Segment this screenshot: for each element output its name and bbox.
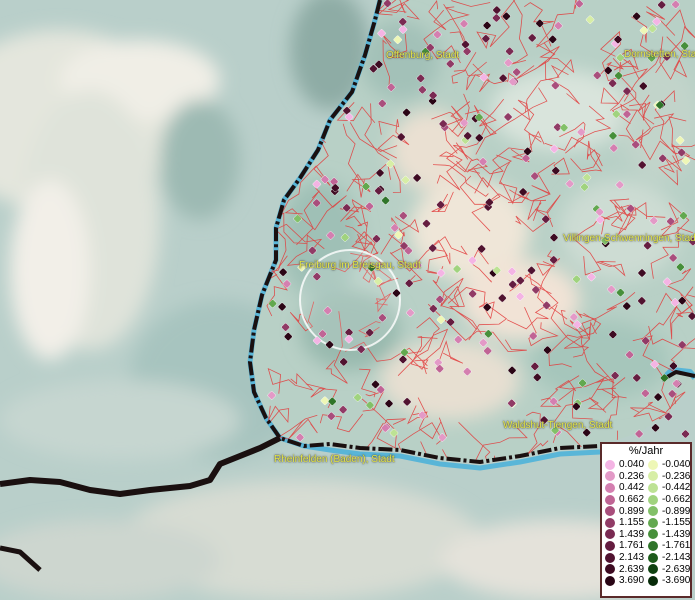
legend-label: -2.143 (662, 552, 691, 564)
legend-label: 0.899 (619, 505, 645, 517)
legend-swatch (648, 540, 658, 551)
legend-positive-row: 0.662 (602, 494, 645, 506)
legend-label: -0.899 (662, 505, 691, 517)
legend-label: 2.143 (619, 552, 645, 564)
legend-positive-row: 1.439 (602, 529, 645, 541)
city-label-rheinfelden: Rheinfelden (Baden), Stadt (274, 454, 395, 465)
legend-swatch (605, 459, 615, 470)
legend-swatch (648, 471, 658, 482)
city-label-villingen-schwenningen: Villingen-Schwenningen, Stadt (563, 233, 695, 244)
legend-swatch (648, 552, 658, 563)
legend-swatch (605, 575, 615, 586)
legend-negative-row: -1.439 (645, 529, 690, 541)
city-label-waldshut-tiengen: Waldshut-Tiengen, Stadt (503, 420, 613, 431)
map-canvas[interactable] (0, 0, 695, 600)
legend-negative-row: -0.236 (645, 471, 690, 483)
legend-label: 0.442 (619, 482, 645, 494)
legend-negative-row: -2.639 (645, 563, 690, 575)
legend-label: -1.439 (662, 528, 691, 540)
legend-swatch (605, 529, 615, 540)
legend-negative-row: -0.899 (645, 505, 690, 517)
legend-swatch (605, 506, 615, 517)
legend-swatch (605, 540, 615, 551)
legend-negative-row: -0.662 (645, 494, 690, 506)
legend-label: -3.690 (662, 575, 691, 587)
legend-swatch (605, 564, 615, 575)
legend-negative-column: -0.040 -0.236 -0.442 -0.662 -0.899 -1.155 -1.4… (645, 459, 690, 587)
legend-positive-row: 0.236 (602, 471, 645, 483)
legend-label: 2.639 (619, 563, 645, 575)
legend-negative-row: -1.155 (645, 517, 690, 529)
legend-swatch (648, 494, 658, 505)
legend-positive-row: 0.899 (602, 505, 645, 517)
legend-swatch (605, 517, 615, 528)
legend-positive-row: 0.442 (602, 482, 645, 494)
legend-label: -0.040 (662, 459, 691, 471)
legend-positive-row: 2.639 (602, 563, 645, 575)
legend-negative-row: -2.143 (645, 552, 690, 564)
legend-label: 0.040 (619, 459, 645, 471)
legend-swatch (648, 506, 658, 517)
legend-swatch (605, 552, 615, 563)
legend-label: -0.662 (662, 494, 691, 506)
legend-label: 1.439 (619, 528, 645, 540)
legend: %/Jahr 0.040 0.236 0.442 0.662 0.899 1.155 1.4… (600, 442, 692, 598)
legend-negative-row: -0.442 (645, 482, 690, 494)
legend-positive-row: 0.040 (602, 459, 645, 471)
legend-label: 0.236 (619, 470, 645, 482)
legend-label: -0.236 (662, 470, 691, 482)
legend-positive-row: 2.143 (602, 552, 645, 564)
legend-label: 1.155 (619, 517, 645, 529)
legend-label: -2.639 (662, 563, 691, 575)
legend-swatch (648, 482, 658, 493)
legend-label: 3.690 (619, 575, 645, 587)
legend-swatch (648, 517, 658, 528)
legend-swatch (648, 529, 658, 540)
legend-negative-row: -1.761 (645, 540, 690, 552)
legend-title: %/Jahr (628, 445, 664, 457)
legend-label: -0.442 (662, 482, 691, 494)
legend-negative-row: -3.690 (645, 575, 690, 587)
legend-swatch (648, 575, 658, 586)
legend-positive-column: 0.040 0.236 0.442 0.662 0.899 1.155 1.439 1.761… (602, 459, 645, 587)
legend-label: -1.155 (662, 517, 691, 529)
legend-swatch (605, 482, 615, 493)
city-label-dornstetten: Dornstetten, Stadt (624, 49, 695, 60)
legend-positive-row: 1.155 (602, 517, 645, 529)
legend-positive-row: 3.690 (602, 575, 645, 587)
legend-swatch (605, 471, 615, 482)
legend-label: -1.761 (662, 540, 691, 552)
legend-positive-row: 1.761 (602, 540, 645, 552)
legend-swatch (648, 564, 658, 575)
legend-label: 0.662 (619, 494, 645, 506)
legend-negative-row: -0.040 (645, 459, 690, 471)
legend-swatch (605, 494, 615, 505)
legend-label: 1.761 (619, 540, 645, 552)
legend-swatch (648, 459, 658, 470)
city-label-freiburg: Freiburg im Breisgau, Stadt (299, 260, 421, 271)
city-label-offenburg: Offenburg, Stadt (386, 50, 460, 61)
